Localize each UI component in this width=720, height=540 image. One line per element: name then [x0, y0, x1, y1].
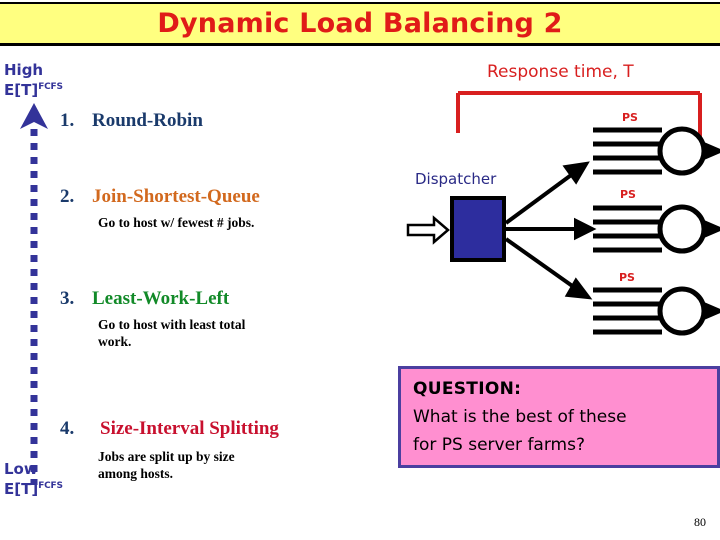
upward-dotted-arrow-icon [20, 103, 48, 485]
ps-server-node-2 [593, 204, 720, 254]
server-farm-diagram [406, 91, 720, 336]
axis-high-metric: E[T] [4, 81, 39, 99]
policy-subtitle-3: Go to host with least total work. [98, 316, 245, 350]
policy-subtitle-4: Jobs are split up by size among hosts. [98, 448, 235, 482]
policy-subtitle-3-line1: Go to host with least total [98, 317, 246, 332]
policy-subtitle-2: Go to host w/ fewest # jobs. [98, 215, 255, 230]
incoming-arrow-icon [406, 215, 450, 245]
policy-subtitle-3-line2: work. [98, 334, 132, 349]
policy-title-round-robin: Round-Robin [92, 110, 203, 131]
axis-high-word: High [4, 61, 44, 79]
policy-number-4: 4. [60, 418, 75, 439]
question-line-2: for PS server farms? [413, 435, 585, 455]
policy-title-size-interval-splitting: Size-Interval Splitting [100, 418, 279, 439]
policy-subtitle-4-line1: Jobs are split up by size [98, 449, 235, 464]
policy-number-1: 1. [60, 110, 75, 131]
axis-label-high: High E[T]FCFS [4, 62, 63, 99]
page-number: 80 [694, 515, 706, 529]
policy-title-join-shortest-queue: Join-Shortest-Queue [92, 186, 260, 207]
slide-title-banner: Dynamic Load Balancing 2 [0, 2, 720, 46]
policy-subtitle-4-line2: among hosts. [98, 466, 174, 481]
question-line-1: What is the best of these [413, 407, 627, 427]
policy-number-2: 2. [60, 186, 75, 207]
dispatcher-box [450, 196, 506, 262]
question-callout-box: QUESTION: What is the best of these for … [398, 366, 720, 468]
axis-high-superscript: FCFS [38, 82, 63, 92]
page-title: Dynamic Load Balancing 2 [157, 8, 563, 39]
ps-server-node-1 [593, 126, 720, 176]
question-heading: QUESTION: [413, 379, 522, 399]
routing-arrows [504, 161, 597, 300]
policy-number-3: 3. [60, 288, 75, 309]
ps-server-node-3 [593, 286, 720, 336]
policy-title-least-work-left: Least-Work-Left [92, 288, 230, 309]
